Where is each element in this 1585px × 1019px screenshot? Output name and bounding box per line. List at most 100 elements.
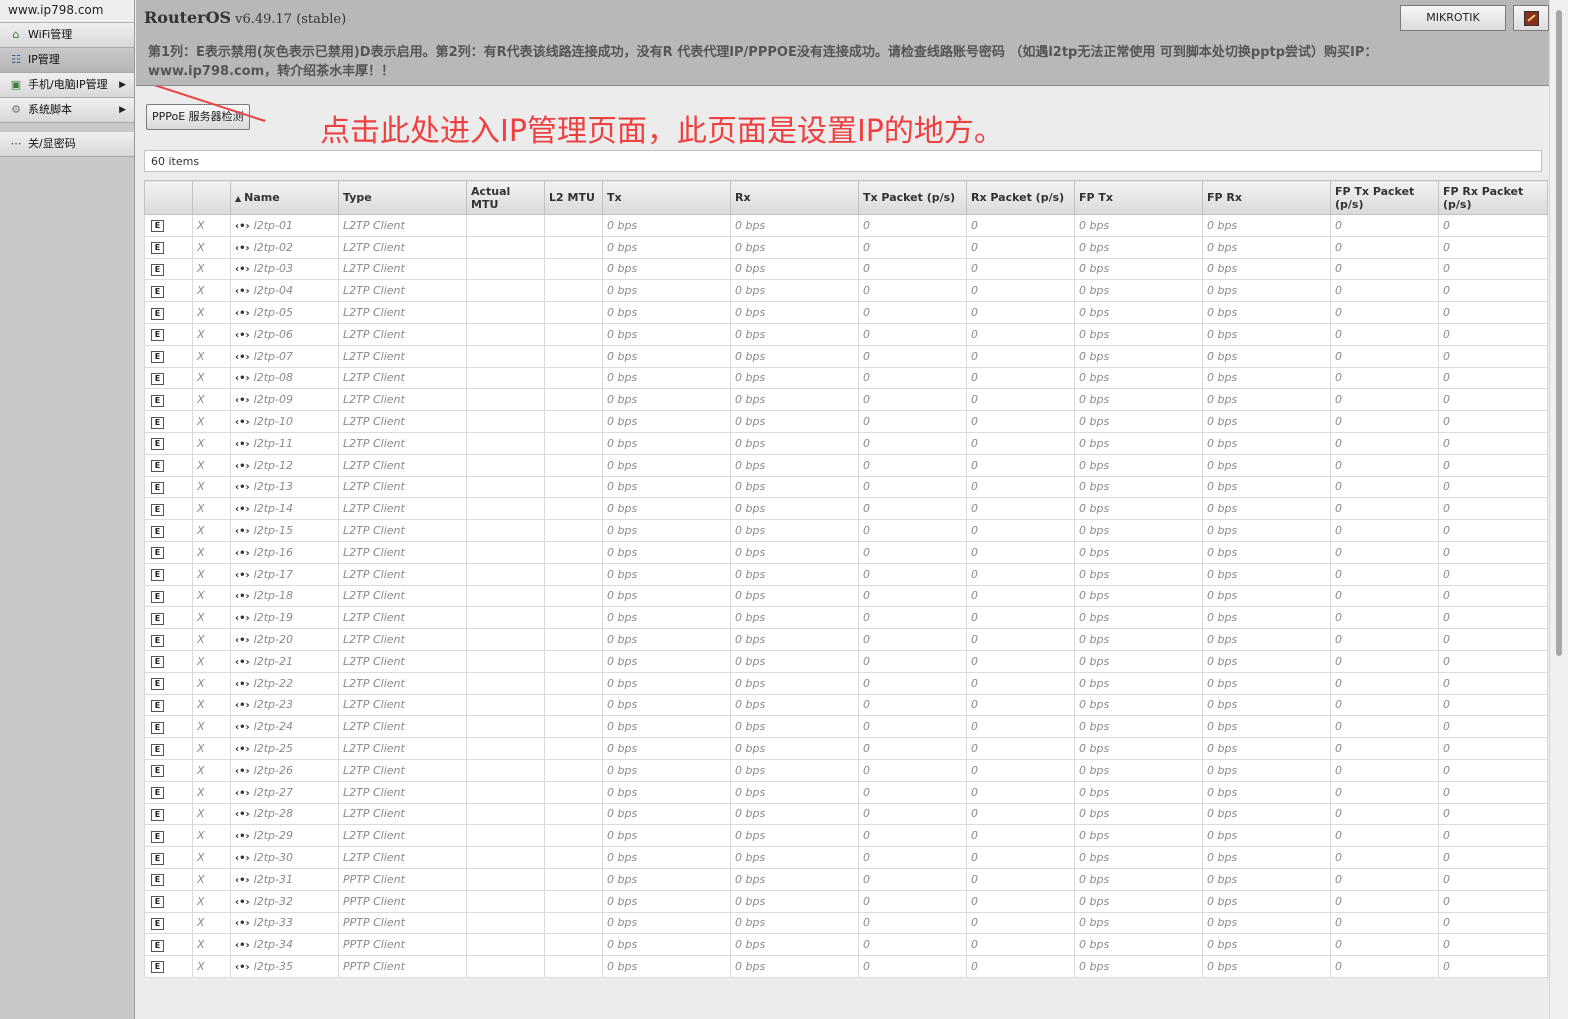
name-cell[interactable]: ‹•› l2tp-16 bbox=[230, 540, 339, 564]
col-header-tx-packet[interactable]: Tx Packet (p/s) bbox=[858, 180, 967, 215]
name-cell[interactable]: ‹•› l2tp-01 bbox=[230, 214, 339, 237]
col-header-l2-mtu[interactable]: L2 MTU bbox=[544, 180, 603, 215]
name-cell[interactable]: ‹•› l2tp-28 bbox=[230, 802, 339, 826]
table-row[interactable]: E X ‹•› l2tp-25 L2TP Client 0 bps 0 bps 0 0 0 bps… bbox=[144, 737, 1548, 760]
table-row[interactable]: E X ‹•› l2tp-22 L2TP Client 0 bps 0 bps 0 0 0 bps… bbox=[144, 671, 1548, 695]
enable-toggle-icon[interactable]: E bbox=[151, 220, 164, 233]
enable-toggle[interactable]: E bbox=[144, 824, 193, 848]
name-cell[interactable]: ‹•› l2tp-30 bbox=[230, 846, 339, 869]
sidebar-item-scripts[interactable]: ⚙ 系统脚本 ▶ bbox=[0, 98, 134, 123]
enable-toggle[interactable]: E bbox=[144, 911, 193, 935]
enable-toggle[interactable]: E bbox=[144, 693, 193, 717]
scrollbar-thumb[interactable] bbox=[1556, 10, 1562, 656]
sidebar-item-password[interactable]: ⋯ 关/显密码 bbox=[0, 132, 134, 157]
col-header-actual-mtu[interactable]: Actual MTU bbox=[466, 180, 545, 215]
name-cell[interactable]: ‹•› l2tp-11 bbox=[230, 431, 339, 455]
name-cell[interactable]: ‹•› l2tp-12 bbox=[230, 453, 339, 477]
table-row[interactable]: E X ‹•› l2tp-01 L2TP Client 0 bps 0 bps 0 0 0 bps… bbox=[144, 214, 1548, 237]
enable-toggle[interactable]: E bbox=[144, 671, 193, 695]
name-cell[interactable]: ‹•› l2tp-29 bbox=[230, 824, 339, 848]
logo-button[interactable] bbox=[1513, 5, 1549, 31]
table-row[interactable]: E X ‹•› l2tp-14 L2TP Client 0 bps 0 bps 0 0 0 bps… bbox=[144, 497, 1548, 521]
enable-toggle[interactable]: E bbox=[144, 889, 193, 913]
enable-toggle-icon[interactable]: E bbox=[151, 634, 164, 647]
enable-toggle[interactable]: E bbox=[144, 519, 193, 542]
table-row[interactable]: E X ‹•› l2tp-09 L2TP Client 0 bps 0 bps 0 0 0 bps… bbox=[144, 388, 1548, 412]
table-row[interactable]: E X ‹•› l2tp-27 L2TP Client 0 bps 0 bps 0 0 0 bps… bbox=[144, 780, 1548, 804]
enable-toggle-icon[interactable]: E bbox=[151, 242, 164, 255]
enable-toggle-icon[interactable]: E bbox=[151, 678, 164, 691]
table-row[interactable]: E X ‹•› l2tp-21 L2TP Client 0 bps 0 bps 0 0 0 bps… bbox=[144, 649, 1548, 673]
enable-toggle[interactable]: E bbox=[144, 257, 193, 281]
enable-toggle[interactable]: E bbox=[144, 431, 193, 455]
name-cell[interactable]: ‹•› l2tp-13 bbox=[230, 475, 339, 499]
name-cell[interactable]: ‹•› l2tp-05 bbox=[230, 301, 339, 324]
enable-toggle[interactable]: E bbox=[144, 322, 193, 346]
enable-toggle[interactable]: E bbox=[144, 758, 193, 782]
enable-toggle-icon[interactable]: E bbox=[151, 656, 164, 669]
enable-toggle-icon[interactable]: E bbox=[151, 808, 164, 821]
enable-toggle-icon[interactable]: E bbox=[151, 590, 164, 603]
table-row[interactable]: E X ‹•› l2tp-16 L2TP Client 0 bps 0 bps 0 0 0 bps… bbox=[144, 540, 1548, 564]
name-cell[interactable]: ‹•› l2tp-19 bbox=[230, 606, 339, 630]
table-row[interactable]: E X ‹•› l2tp-05 L2TP Client 0 bps 0 bps 0 0 0 bps… bbox=[144, 301, 1548, 324]
pppoe-check-button[interactable]: PPPoE 服务器检测 bbox=[146, 104, 250, 130]
table-row[interactable]: E X ‹•› l2tp-24 L2TP Client 0 bps 0 bps 0 0 0 bps… bbox=[144, 715, 1548, 739]
enable-toggle-icon[interactable]: E bbox=[151, 874, 164, 887]
name-cell[interactable]: ‹•› l2tp-06 bbox=[230, 322, 339, 346]
name-cell[interactable]: ‹•› l2tp-33 bbox=[230, 911, 339, 935]
enable-toggle[interactable]: E bbox=[144, 802, 193, 826]
enable-toggle[interactable]: E bbox=[144, 497, 193, 521]
table-row[interactable]: E X ‹•› l2tp-07 L2TP Client 0 bps 0 bps 0 0 0 bps… bbox=[144, 344, 1548, 368]
name-cell[interactable]: ‹•› l2tp-15 bbox=[230, 519, 339, 542]
enable-toggle-icon[interactable]: E bbox=[151, 852, 164, 865]
enable-toggle[interactable]: E bbox=[144, 562, 193, 586]
table-row[interactable]: E X ‹•› l2tp-08 L2TP Client 0 bps 0 bps 0 0 0 bps… bbox=[144, 366, 1548, 390]
name-cell[interactable]: ‹•› l2tp-23 bbox=[230, 693, 339, 717]
enable-toggle-icon[interactable]: E bbox=[151, 307, 164, 320]
col-header-fp-tx[interactable]: FP Tx bbox=[1074, 180, 1203, 215]
enable-toggle[interactable]: E bbox=[144, 366, 193, 390]
vertical-scrollbar[interactable] bbox=[1549, 0, 1569, 1019]
enable-toggle-icon[interactable]: E bbox=[151, 569, 164, 582]
name-cell[interactable]: ‹•› l2tp-02 bbox=[230, 235, 339, 259]
enable-toggle[interactable]: E bbox=[144, 584, 193, 608]
table-row[interactable]: E X ‹•› l2tp-33 PPTP Client 0 bps 0 bps 0 0 0 bps… bbox=[144, 911, 1548, 935]
table-row[interactable]: E X ‹•› l2tp-02 L2TP Client 0 bps 0 bps 0 0 0 bps… bbox=[144, 235, 1548, 259]
table-row[interactable]: E X ‹•› l2tp-26 L2TP Client 0 bps 0 bps 0 0 0 bps… bbox=[144, 758, 1548, 782]
col-header-fp-tx-packet[interactable]: FP Tx Packet (p/s) bbox=[1330, 180, 1439, 215]
enable-toggle[interactable]: E bbox=[144, 846, 193, 869]
name-cell[interactable]: ‹•› l2tp-17 bbox=[230, 562, 339, 586]
table-row[interactable]: E X ‹•› l2tp-29 L2TP Client 0 bps 0 bps 0 0 0 bps… bbox=[144, 824, 1548, 848]
table-row[interactable]: E X ‹•› l2tp-12 L2TP Client 0 bps 0 bps 0 0 0 bps… bbox=[144, 453, 1548, 477]
table-row[interactable]: E X ‹•› l2tp-04 L2TP Client 0 bps 0 bps 0 0 0 bps… bbox=[144, 279, 1548, 303]
enable-toggle[interactable]: E bbox=[144, 410, 193, 433]
enable-toggle-icon[interactable]: E bbox=[151, 372, 164, 385]
enable-toggle-icon[interactable]: E bbox=[151, 503, 164, 516]
enable-toggle-icon[interactable]: E bbox=[151, 939, 164, 952]
table-row[interactable]: E X ‹•› l2tp-03 L2TP Client 0 bps 0 bps 0 0 0 bps… bbox=[144, 257, 1548, 281]
table-row[interactable]: E X ‹•› l2tp-34 PPTP Client 0 bps 0 bps 0 0 0 bps… bbox=[144, 933, 1548, 957]
table-row[interactable]: E X ‹•› l2tp-17 L2TP Client 0 bps 0 bps 0 0 0 bps… bbox=[144, 562, 1548, 586]
table-row[interactable]: E X ‹•› l2tp-11 L2TP Client 0 bps 0 bps 0 0 0 bps… bbox=[144, 431, 1548, 455]
enable-toggle-icon[interactable]: E bbox=[151, 416, 164, 429]
enable-toggle-icon[interactable]: E bbox=[151, 394, 164, 407]
col-header-rx[interactable]: Rx bbox=[730, 180, 859, 215]
name-cell[interactable]: ‹•› l2tp-21 bbox=[230, 649, 339, 673]
name-cell[interactable]: ‹•› l2tp-03 bbox=[230, 257, 339, 281]
enable-toggle-icon[interactable]: E bbox=[151, 547, 164, 560]
name-cell[interactable]: ‹•› l2tp-35 bbox=[230, 955, 339, 978]
enable-toggle-icon[interactable]: E bbox=[151, 329, 164, 342]
sidebar-item-wifi[interactable]: ⌂ WiFi管理 bbox=[0, 23, 134, 48]
enable-toggle[interactable]: E bbox=[144, 214, 193, 237]
col-header-enable[interactable] bbox=[144, 180, 193, 215]
table-row[interactable]: E X ‹•› l2tp-10 L2TP Client 0 bps 0 bps 0 0 0 bps… bbox=[144, 410, 1548, 433]
name-cell[interactable]: ‹•› l2tp-10 bbox=[230, 410, 339, 433]
name-cell[interactable]: ‹•› l2tp-14 bbox=[230, 497, 339, 521]
table-row[interactable]: E X ‹•› l2tp-18 L2TP Client 0 bps 0 bps 0 0 0 bps… bbox=[144, 584, 1548, 608]
col-header-fp-rx[interactable]: FP Rx bbox=[1202, 180, 1331, 215]
name-cell[interactable]: ‹•› l2tp-25 bbox=[230, 737, 339, 760]
sidebar-item-ip[interactable]: ☷ IP管理 bbox=[0, 48, 134, 73]
enable-toggle[interactable]: E bbox=[144, 715, 193, 739]
name-cell[interactable]: ‹•› l2tp-26 bbox=[230, 758, 339, 782]
